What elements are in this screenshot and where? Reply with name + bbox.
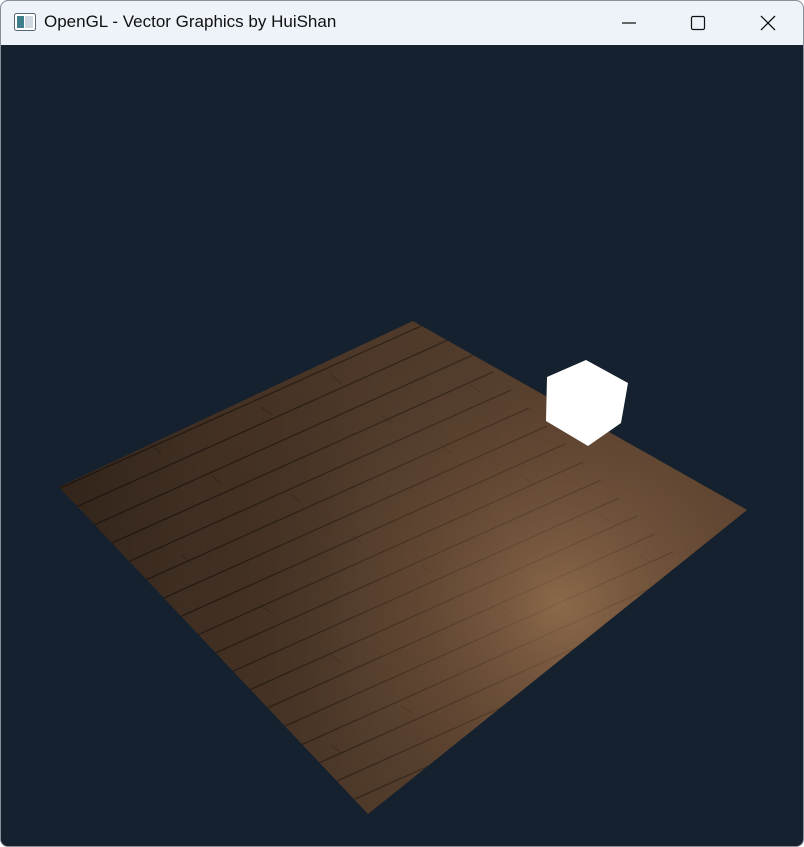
close-icon (760, 15, 776, 31)
minimize-icon (622, 22, 636, 24)
app-icon (14, 13, 36, 31)
maximize-icon (690, 15, 706, 31)
opengl-viewport[interactable] (1, 45, 803, 846)
wood-floor (59, 321, 747, 814)
scene-canvas (59, 321, 747, 814)
app-window: OpenGL - Vector Graphics by HuiShan (0, 0, 804, 847)
maximize-button[interactable] (663, 1, 733, 45)
title-bar[interactable]: OpenGL - Vector Graphics by HuiShan (1, 1, 803, 45)
window-title: OpenGL - Vector Graphics by HuiShan (44, 12, 337, 31)
minimize-button[interactable] (594, 1, 664, 45)
close-button[interactable] (733, 1, 803, 45)
